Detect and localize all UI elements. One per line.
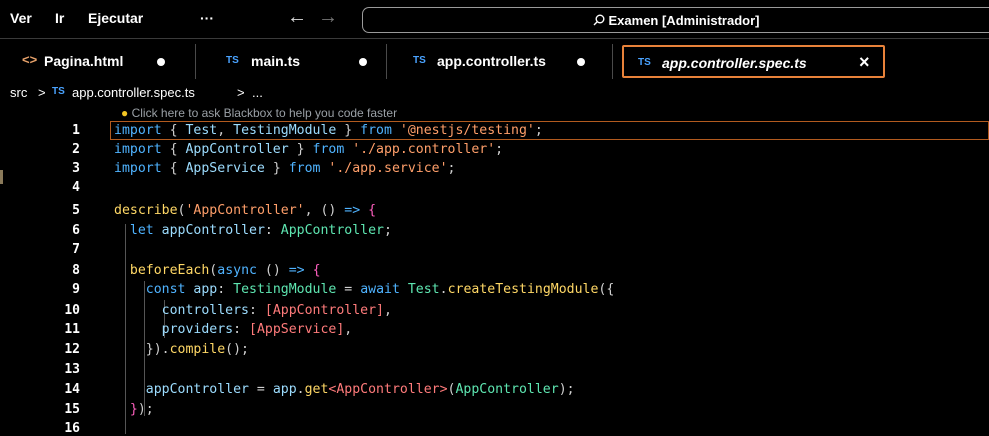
line-number: 7 xyxy=(72,242,80,257)
command-center-search[interactable]: Examen [Administrador] xyxy=(362,7,989,33)
unsaved-dot-icon[interactable] xyxy=(359,58,367,66)
lightbulb-icon: ● xyxy=(121,106,129,120)
chevron-right-icon: > xyxy=(38,85,46,100)
forward-arrow-icon[interactable]: → xyxy=(318,6,338,29)
unsaved-dot-icon[interactable] xyxy=(157,58,165,66)
html-file-icon: <> xyxy=(22,52,38,67)
blackbox-hint[interactable]: ● Click here to ask Blackbox to help you… xyxy=(121,106,397,120)
code-line[interactable]: beforeEach(async () => { xyxy=(114,263,321,278)
tab-app-controller-spec-ts[interactable]: TS app.controller.spec.ts × xyxy=(622,45,885,78)
code-line[interactable]: }).compile(); xyxy=(114,342,249,357)
tab-label: main.ts xyxy=(251,53,301,69)
line-number: 11 xyxy=(64,322,80,337)
code-line[interactable]: let appController: AppController; xyxy=(114,223,392,238)
code-line[interactable]: }); xyxy=(114,402,154,417)
breadcrumb: src > TS app.controller.spec.ts > ... xyxy=(0,82,989,104)
title-bar: Ver Ir Ejecutar ··· ← → Examen [Administ… xyxy=(0,0,989,39)
blackbox-hint-text: Click here to ask Blackbox to help you c… xyxy=(131,106,398,120)
menu-ver[interactable]: Ver xyxy=(10,10,32,26)
line-number: 5 xyxy=(72,203,80,218)
menu-ejecutar[interactable]: Ejecutar xyxy=(88,10,143,26)
code-line[interactable]: import { AppService } from './app.servic… xyxy=(114,161,455,176)
code-line[interactable]: providers: [AppService], xyxy=(114,322,353,337)
line-number: 1 xyxy=(72,123,80,138)
tab-label: app.controller.spec.ts xyxy=(662,55,807,71)
code-line[interactable]: describe('AppController', () => { xyxy=(114,203,376,218)
scroll-marker xyxy=(0,170,3,184)
tab-pagina-html[interactable]: <> Pagina.html xyxy=(0,44,196,79)
line-number: 3 xyxy=(72,161,80,176)
typescript-file-icon: TS xyxy=(638,57,651,68)
breadcrumb-symbol[interactable]: ... xyxy=(252,85,263,100)
typescript-file-icon: TS xyxy=(52,86,65,97)
line-number: 16 xyxy=(64,421,80,436)
more-menu-icon[interactable]: ··· xyxy=(200,10,214,26)
search-label: Examen [Administrador] xyxy=(363,13,989,28)
typescript-file-icon: TS xyxy=(226,55,239,66)
code-editor[interactable]: ● Click here to ask Blackbox to help you… xyxy=(0,106,989,436)
close-icon[interactable]: × xyxy=(859,52,870,73)
tab-app-controller-ts[interactable]: TS app.controller.ts xyxy=(387,44,613,79)
search-icon xyxy=(593,14,604,26)
tab-label: app.controller.ts xyxy=(437,53,546,69)
editor-tabs: <> Pagina.html TS main.ts TS app.control… xyxy=(0,44,989,79)
search-text: Examen [Administrador] xyxy=(608,13,760,28)
tab-main-ts[interactable]: TS main.ts xyxy=(196,44,387,79)
chevron-right-icon: > xyxy=(237,85,245,100)
breadcrumb-folder[interactable]: src xyxy=(10,85,27,100)
code-line[interactable]: appController = app.get<AppController>(A… xyxy=(114,382,575,397)
code-line[interactable]: import { AppController } from './app.con… xyxy=(114,142,503,157)
line-number: 14 xyxy=(64,382,80,397)
menu-ir[interactable]: Ir xyxy=(55,10,64,26)
back-arrow-icon[interactable]: ← xyxy=(287,6,307,29)
unsaved-dot-icon[interactable] xyxy=(577,58,585,66)
line-number: 12 xyxy=(64,342,80,357)
code-line[interactable]: controllers: [AppController], xyxy=(114,303,392,318)
code-line[interactable]: const app: TestingModule = await Test.cr… xyxy=(114,282,615,297)
line-number: 10 xyxy=(64,303,80,318)
line-number: 9 xyxy=(72,282,80,297)
line-number: 4 xyxy=(72,180,80,195)
line-number: 15 xyxy=(64,402,80,417)
breadcrumb-file[interactable]: app.controller.spec.ts xyxy=(72,85,195,100)
line-number: 6 xyxy=(72,223,80,238)
line-number: 13 xyxy=(64,362,80,377)
line-number: 2 xyxy=(72,142,80,157)
line-number: 8 xyxy=(72,263,80,278)
code-line[interactable]: import { Test, TestingModule } from '@ne… xyxy=(114,123,543,138)
typescript-file-icon: TS xyxy=(413,55,426,66)
tab-label: Pagina.html xyxy=(44,53,124,69)
